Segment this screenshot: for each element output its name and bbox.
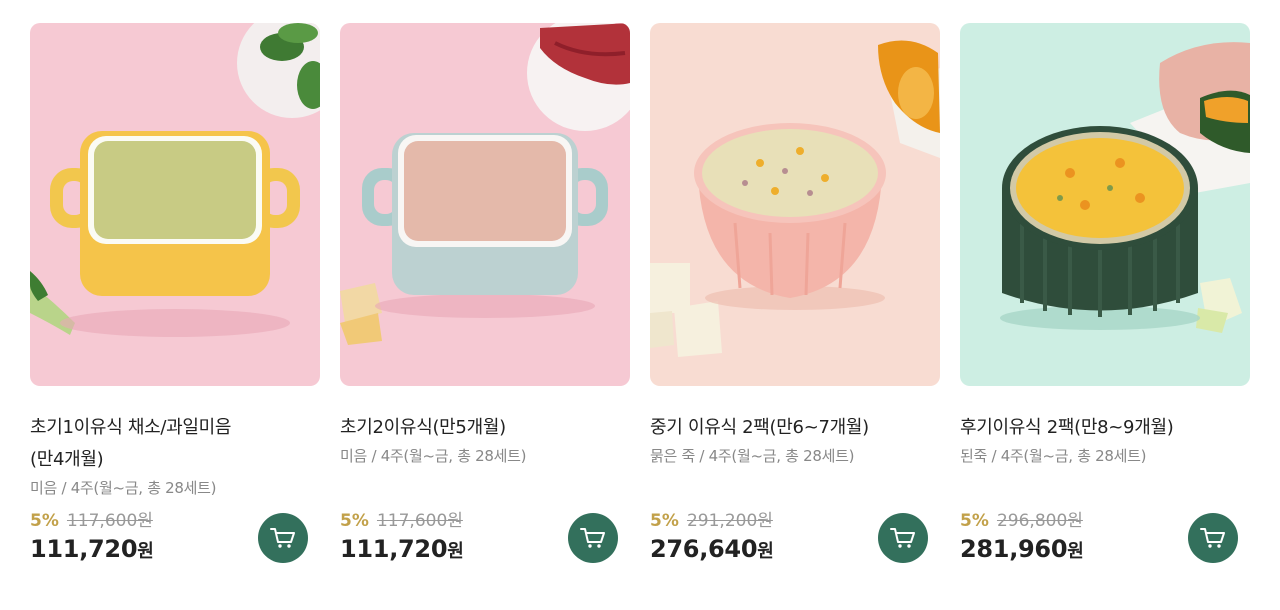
currency-label: 원 [137, 541, 154, 562]
product-card[interactable]: 후기이유식 2팩(만8~9개월) 된죽 / 4주(월~금, 총 28세트) 5%… [960, 23, 1250, 583]
discount-rate: 5% [650, 511, 679, 531]
price-block: 5% 117,600원 111,720원 [30, 506, 154, 563]
product-title[interactable]: 중기 이유식 2팩(만6~7개월) [650, 412, 940, 444]
price-block: 5% 117,600원 111,720원 [340, 506, 464, 563]
price-block: 5% 291,200원 276,640원 [650, 506, 774, 563]
product-image-illustration [340, 23, 630, 386]
product-image[interactable] [30, 23, 320, 386]
sale-price: 281,960 [960, 535, 1068, 563]
add-to-cart-button[interactable] [878, 513, 928, 563]
currency-label: 원 [447, 541, 464, 562]
sale-price: 111,720 [340, 535, 448, 563]
original-price: 117,600원 [66, 511, 153, 531]
product-description: 된죽 / 4주(월~금, 총 28세트) [960, 447, 1147, 465]
product-image-illustration [30, 23, 320, 386]
product-card[interactable]: 초기2이유식(만5개월) 미음 / 4주(월~금, 총 28세트) 5% 117… [340, 23, 630, 583]
product-card[interactable]: 중기 이유식 2팩(만6~7개월) 묽은 죽 / 4주(월~금, 총 28세트)… [650, 23, 940, 583]
product-description: 미음 / 4주(월~금, 총 28세트) [340, 447, 527, 465]
cart-icon [580, 528, 605, 548]
product-image[interactable] [650, 23, 940, 386]
product-image[interactable] [960, 23, 1250, 386]
add-to-cart-button[interactable] [568, 513, 618, 563]
discount-rate: 5% [30, 511, 59, 531]
discount-rate: 5% [960, 511, 989, 531]
add-to-cart-button[interactable] [258, 513, 308, 563]
product-image[interactable] [340, 23, 630, 386]
add-to-cart-button[interactable] [1188, 513, 1238, 563]
sale-price: 276,640 [650, 535, 758, 563]
product-title[interactable]: 후기이유식 2팩(만8~9개월) [960, 412, 1250, 444]
original-price: 117,600원 [376, 511, 463, 531]
sale-price: 111,720 [30, 535, 138, 563]
cart-icon [890, 528, 915, 548]
currency-label: 원 [1067, 541, 1084, 562]
cart-icon [1200, 528, 1225, 548]
currency-label: 원 [757, 541, 774, 562]
product-card[interactable]: 초기1이유식 채소/과일미음 (만4개월) 미음 / 4주(월~금, 총 28세… [30, 23, 320, 583]
product-image-illustration [650, 23, 940, 386]
original-price: 291,200원 [686, 511, 773, 531]
original-price: 296,800원 [996, 511, 1083, 531]
product-title[interactable]: 초기2이유식(만5개월) [340, 412, 630, 444]
cart-icon [270, 528, 295, 548]
price-block: 5% 296,800원 281,960원 [960, 506, 1084, 563]
product-image-illustration [960, 23, 1250, 386]
product-grid: 초기1이유식 채소/과일미음 (만4개월) 미음 / 4주(월~금, 총 28세… [30, 23, 1250, 583]
product-description: 묽은 죽 / 4주(월~금, 총 28세트) [650, 447, 855, 465]
discount-rate: 5% [340, 511, 369, 531]
product-description: 미음 / 4주(월~금, 총 28세트) [30, 479, 217, 497]
product-title[interactable]: 초기1이유식 채소/과일미음 (만4개월) [30, 412, 320, 476]
